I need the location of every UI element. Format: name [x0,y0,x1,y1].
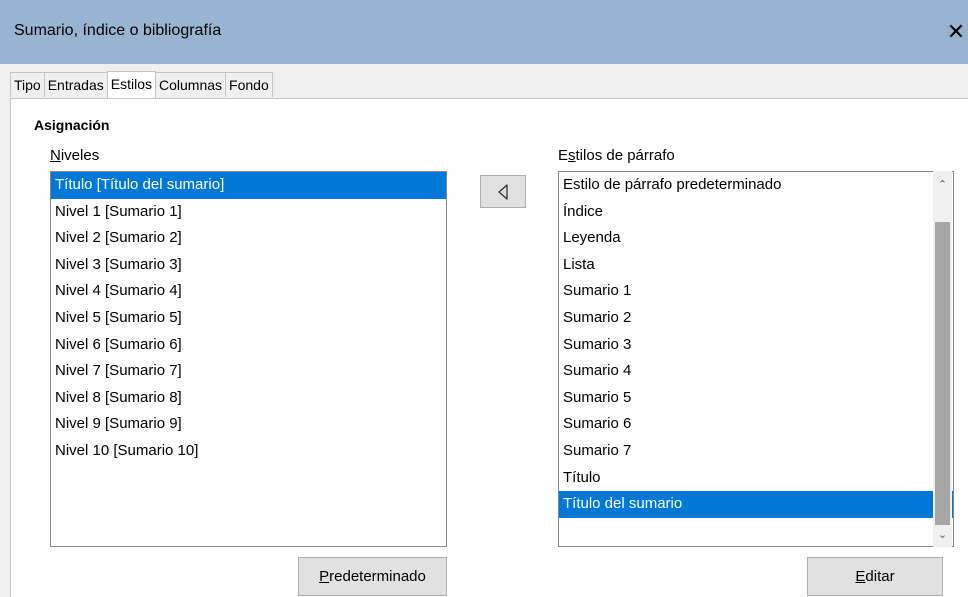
tab-columnas[interactable]: Columnas [155,72,227,97]
level-list-item[interactable]: Título [Título del sumario] [51,172,446,199]
paragraph-styles-label: Estilos de párrafo [558,147,675,164]
level-list-item[interactable]: Nivel 10 [Sumario 10] [51,438,446,465]
paragraph-style-item[interactable]: Sumario 5 [559,385,953,412]
paragraph-style-item[interactable]: Lista [559,252,953,279]
styles-label-rest: tilos de párrafo [575,147,675,164]
default-label-rest: redeterminado [329,568,426,585]
paragraph-style-item[interactable]: Sumario 3 [559,332,953,359]
level-list-item[interactable]: Nivel 7 [Sumario 7] [51,358,446,385]
triangle-left-icon [498,183,508,200]
levels-listbox[interactable]: Título [Título del sumario] Nivel 1 [Suma… [50,171,447,547]
levels-label: Niveles [50,147,99,164]
paragraph-style-item[interactable]: Estilo de párrafo predeterminado [559,172,953,199]
tab-fondo[interactable]: Fondo [225,72,273,97]
assignment-heading: Asignación [34,117,110,133]
paragraph-styles-listbox[interactable]: Estilo de párrafo predeterminado Índice Le… [558,171,954,547]
levels-mnemonic: N [50,147,61,164]
level-list-item[interactable]: Nivel 1 [Sumario 1] [51,199,446,226]
level-list-item[interactable]: Nivel 8 [Sumario 8] [51,385,446,412]
paragraph-style-item[interactable]: Sumario 4 [559,358,953,385]
paragraph-style-item[interactable]: Sumario 7 [559,438,953,465]
default-button[interactable]: Predeterminado [298,557,447,596]
tab-label: Entradas [47,77,104,93]
paragraph-style-item[interactable]: Título del sumario [559,491,953,518]
styles-scrollbar[interactable]: ⌃ ⌄ [933,171,952,547]
level-list-item[interactable]: Nivel 6 [Sumario 6] [51,332,446,359]
level-list-item[interactable]: Nivel 5 [Sumario 5] [51,305,446,332]
scroll-down-icon[interactable]: ⌄ [933,525,952,545]
tab-label: Fondo [229,77,269,93]
paragraph-style-item[interactable]: Índice [559,199,953,226]
levels-label-rest: iveles [60,147,100,164]
level-list-item[interactable]: Nivel 3 [Sumario 3] [51,252,446,279]
default-mnemonic: P [319,568,330,585]
paragraph-style-item[interactable]: Título [559,465,953,492]
title-bar: Sumario, índice o bibliografía ✕ [0,0,968,64]
paragraph-style-item[interactable]: Leyenda [559,225,953,252]
paragraph-style-item[interactable]: Sumario 6 [559,411,953,438]
level-list-item[interactable]: Nivel 2 [Sumario 2] [51,225,446,252]
scroll-thumb[interactable] [935,222,950,525]
scroll-up-icon[interactable]: ⌃ [933,175,952,195]
paragraph-style-item[interactable]: Sumario 1 [559,278,953,305]
tab-tipo[interactable]: Tipo [10,72,45,97]
styles-label-first: E [558,147,569,164]
tab-bar: Tipo Entradas Estilos Columnas Fondo [10,71,273,102]
window-title: Sumario, índice o bibliografía [14,22,222,39]
edit-label-rest: ditar [865,568,895,585]
tab-label: Columnas [159,77,223,93]
level-list-item[interactable]: Nivel 4 [Sumario 4] [51,278,446,305]
tab-entradas[interactable]: Entradas [43,72,108,97]
tab-estilos[interactable]: Estilos [106,71,156,102]
styles-mnemonic: s [568,147,576,164]
tab-label: Tipo [14,77,41,93]
level-list-item[interactable]: Nivel 9 [Sumario 9] [51,411,446,438]
tab-label: Estilos [110,76,152,92]
assign-style-button[interactable] [480,175,526,208]
edit-mnemonic: E [855,568,866,585]
close-icon[interactable]: ✕ [944,18,968,46]
edit-button[interactable]: Editar [807,557,943,596]
paragraph-style-item[interactable]: Sumario 2 [559,305,953,332]
